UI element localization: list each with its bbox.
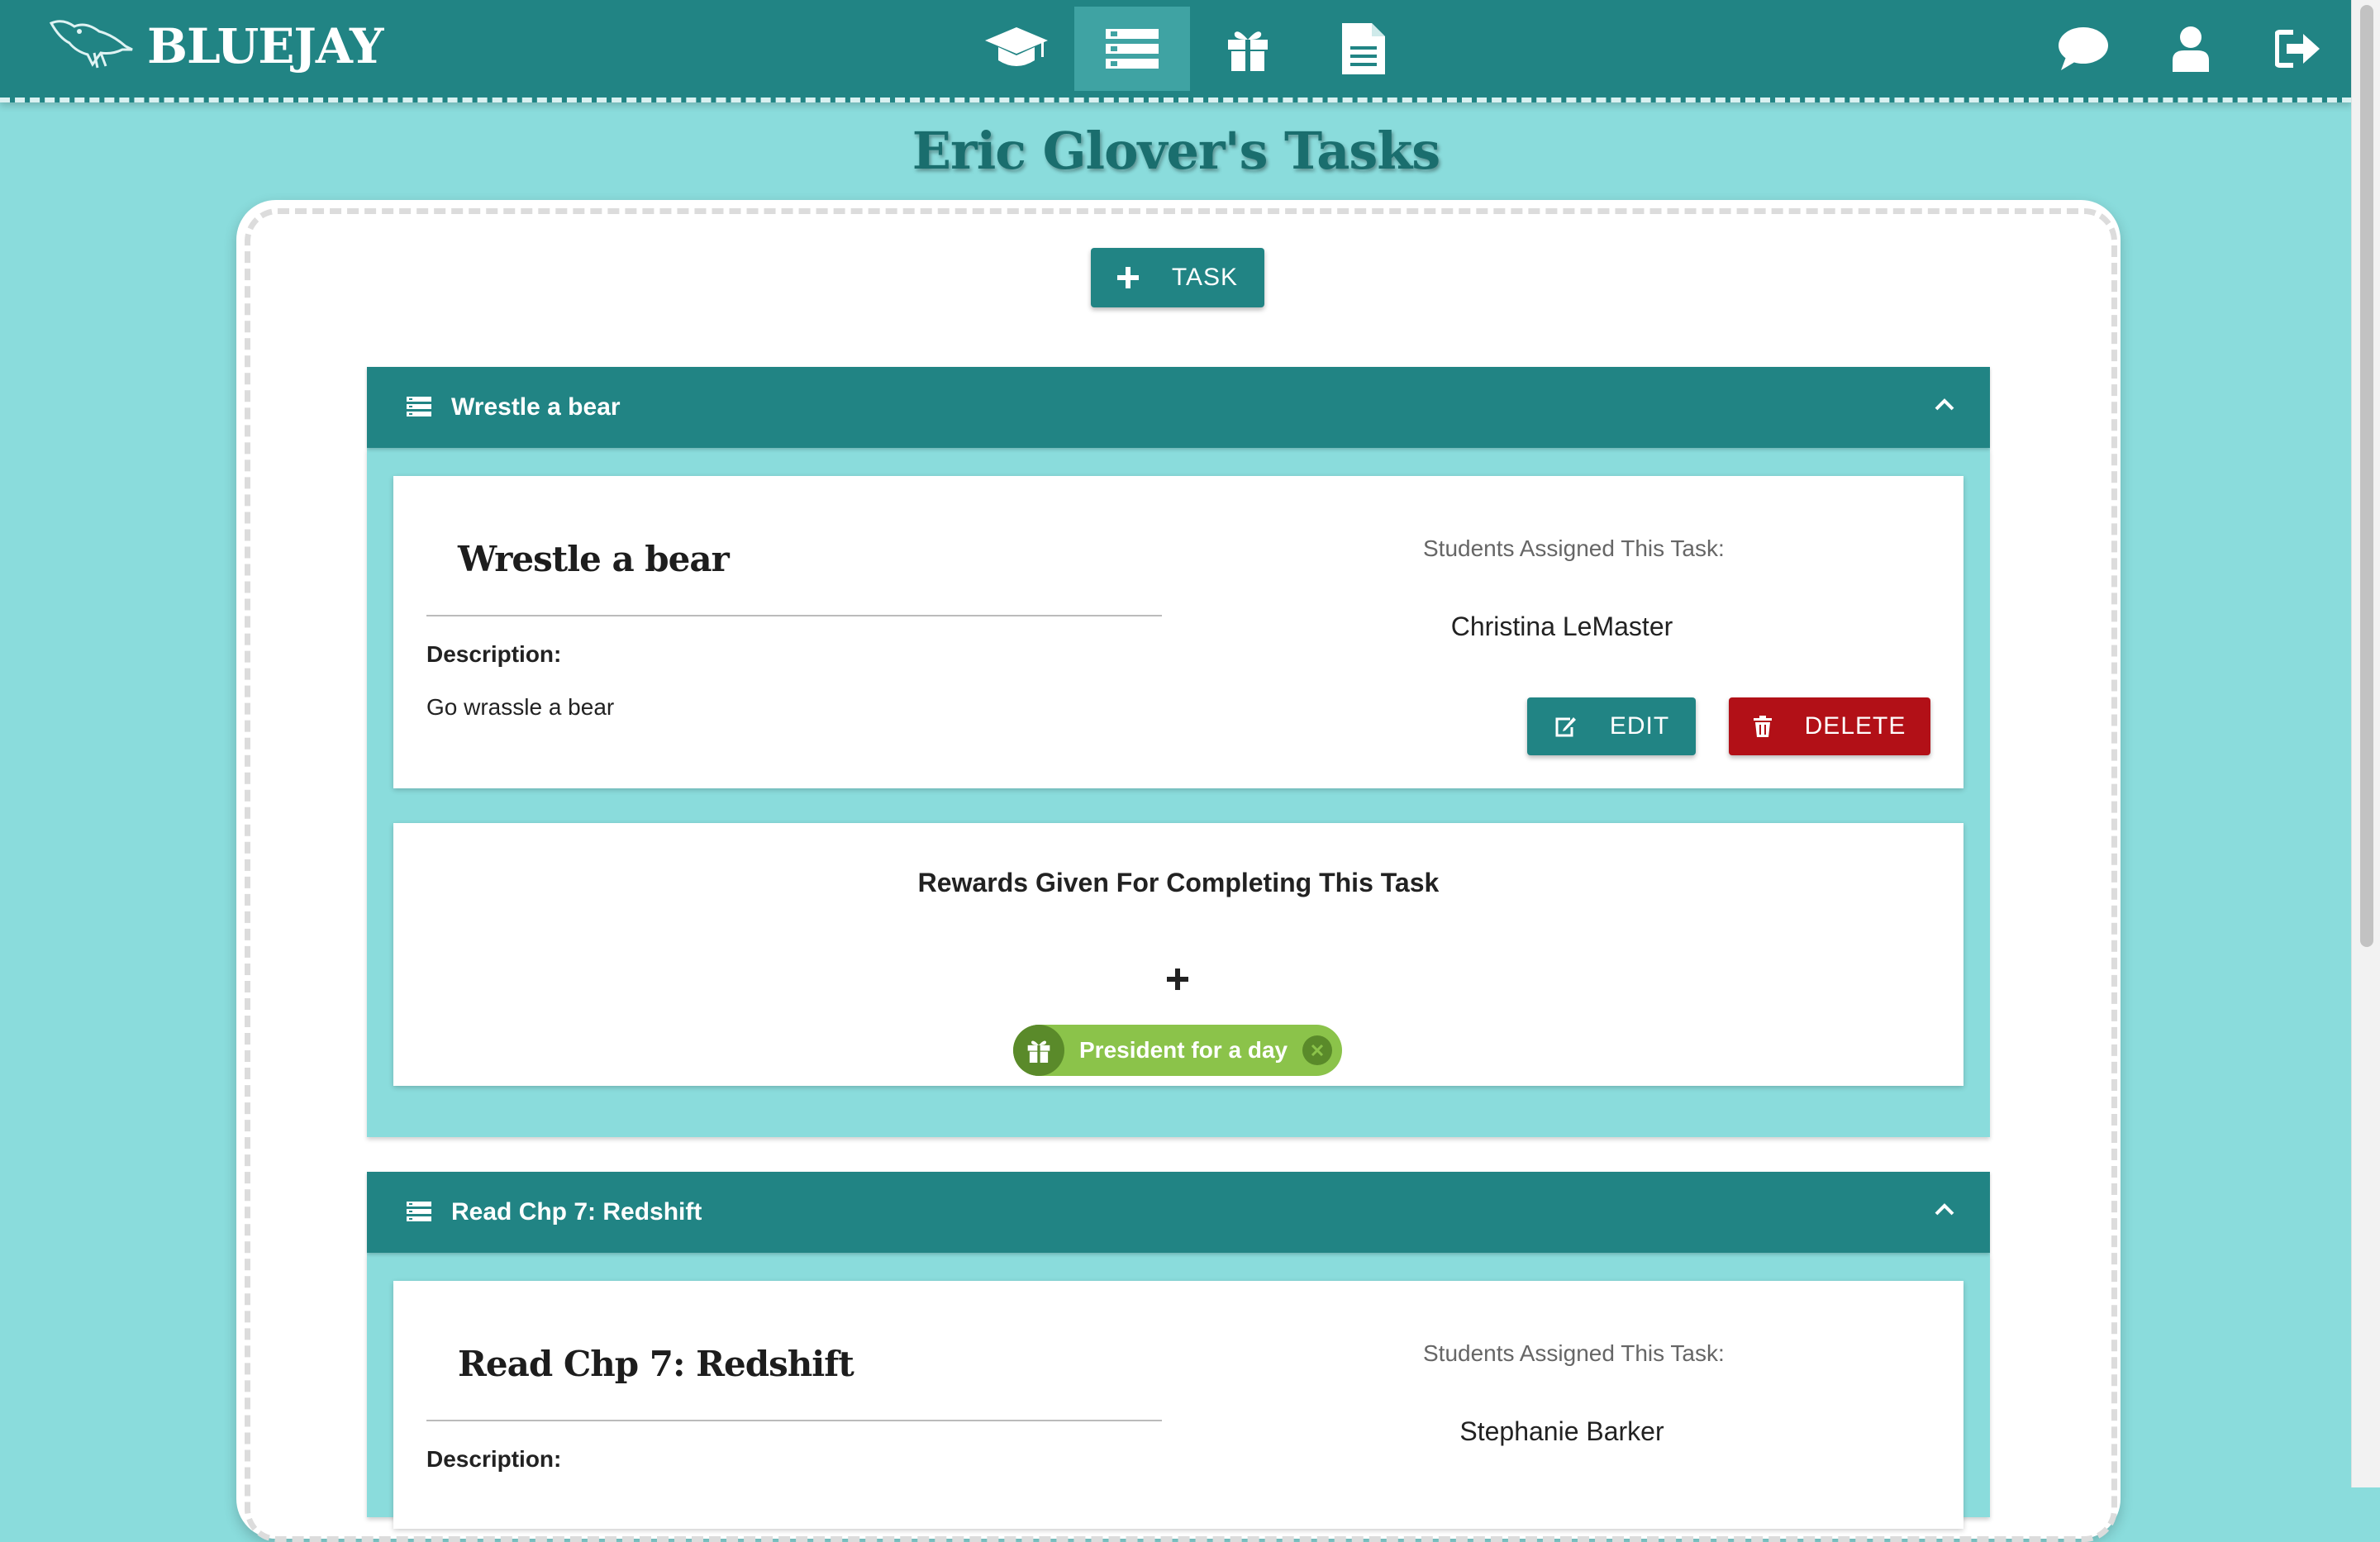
- add-task-label: TASK: [1171, 264, 1239, 291]
- top-navbar: BLUEJAY: [0, 0, 2352, 102]
- brand-name[interactable]: BLUEJAY: [147, 18, 383, 74]
- scrollbar[interactable]: [2351, 0, 2380, 1487]
- description-text: Go wrassle a bear: [426, 694, 615, 720]
- delete-label: DELETE: [1804, 712, 1906, 740]
- edit-task-button[interactable]: EDIT: [1527, 697, 1696, 755]
- add-reward-button[interactable]: [1167, 969, 1188, 994]
- chevron-up-icon[interactable]: [1934, 397, 1955, 416]
- document-icon: [1342, 23, 1385, 74]
- sign-out-icon: [2275, 30, 2320, 68]
- task-title: Wrestle a bear: [458, 539, 730, 579]
- task-panel-header[interactable]: Read Chp 7: Redshift: [367, 1172, 1990, 1253]
- task-title: Read Chp 7: Redshift: [458, 1344, 854, 1384]
- nav-classes[interactable]: [959, 7, 1074, 91]
- nav-tasks[interactable]: [1074, 7, 1190, 91]
- task-header-title: Read Chp 7: Redshift: [451, 1198, 702, 1226]
- assigned-students-label: Students Assigned This Task:: [1423, 535, 1725, 561]
- scrollbar-thumb[interactable]: [2360, 5, 2373, 947]
- assigned-student: Stephanie Barker: [1459, 1416, 1664, 1446]
- gift-icon: [1013, 1025, 1064, 1076]
- assigned-students-label: Students Assigned This Task:: [1423, 1340, 1725, 1366]
- add-task-button[interactable]: TASK: [1091, 248, 1264, 307]
- description-label: Description:: [426, 1446, 562, 1472]
- page-title: Eric Glover's Tasks: [912, 121, 1440, 181]
- reward-chip[interactable]: President for a day: [1013, 1025, 1342, 1076]
- tasks-list-icon: [1106, 29, 1159, 69]
- user-icon: [2173, 26, 2209, 72]
- nav-profile[interactable]: [2137, 7, 2244, 91]
- chat-bubble-icon: [2059, 27, 2108, 70]
- trash-icon: [1753, 716, 1772, 737]
- assigned-student: Christina LeMaster: [1450, 612, 1673, 641]
- plus-icon: [1116, 267, 1139, 288]
- nav-rewards[interactable]: [1190, 7, 1306, 91]
- rewards-title: Rewards Given For Completing This Task: [917, 868, 1440, 897]
- task-panel-header[interactable]: Wrestle a bear: [367, 367, 1990, 448]
- task-header-title: Wrestle a bear: [451, 393, 621, 421]
- main-nav: [959, 7, 1421, 91]
- tasks-list-icon: [407, 397, 431, 421]
- edit-icon: [1554, 716, 1577, 737]
- plus-icon: [1167, 969, 1188, 990]
- user-nav: [2030, 7, 2352, 91]
- reward-name: President for a day: [1079, 1037, 1288, 1063]
- divider: [426, 615, 1162, 616]
- nav-messages[interactable]: [2030, 7, 2137, 91]
- chevron-up-icon[interactable]: [1934, 1202, 1955, 1221]
- description-label: Description:: [426, 641, 562, 667]
- task-details-card: [393, 1281, 1963, 1529]
- divider: [426, 1420, 1162, 1421]
- nav-documents[interactable]: [1306, 7, 1421, 91]
- graduation-cap-icon: [985, 27, 1048, 66]
- edit-label: EDIT: [1609, 712, 1670, 740]
- delete-task-button[interactable]: DELETE: [1729, 697, 1930, 755]
- remove-reward-icon[interactable]: [1302, 1035, 1332, 1065]
- nav-sign-out[interactable]: [2244, 7, 2352, 91]
- bluejay-bird-logo-icon[interactable]: [46, 13, 137, 71]
- tasks-list-icon: [407, 1202, 431, 1226]
- gift-icon: [1228, 31, 1268, 71]
